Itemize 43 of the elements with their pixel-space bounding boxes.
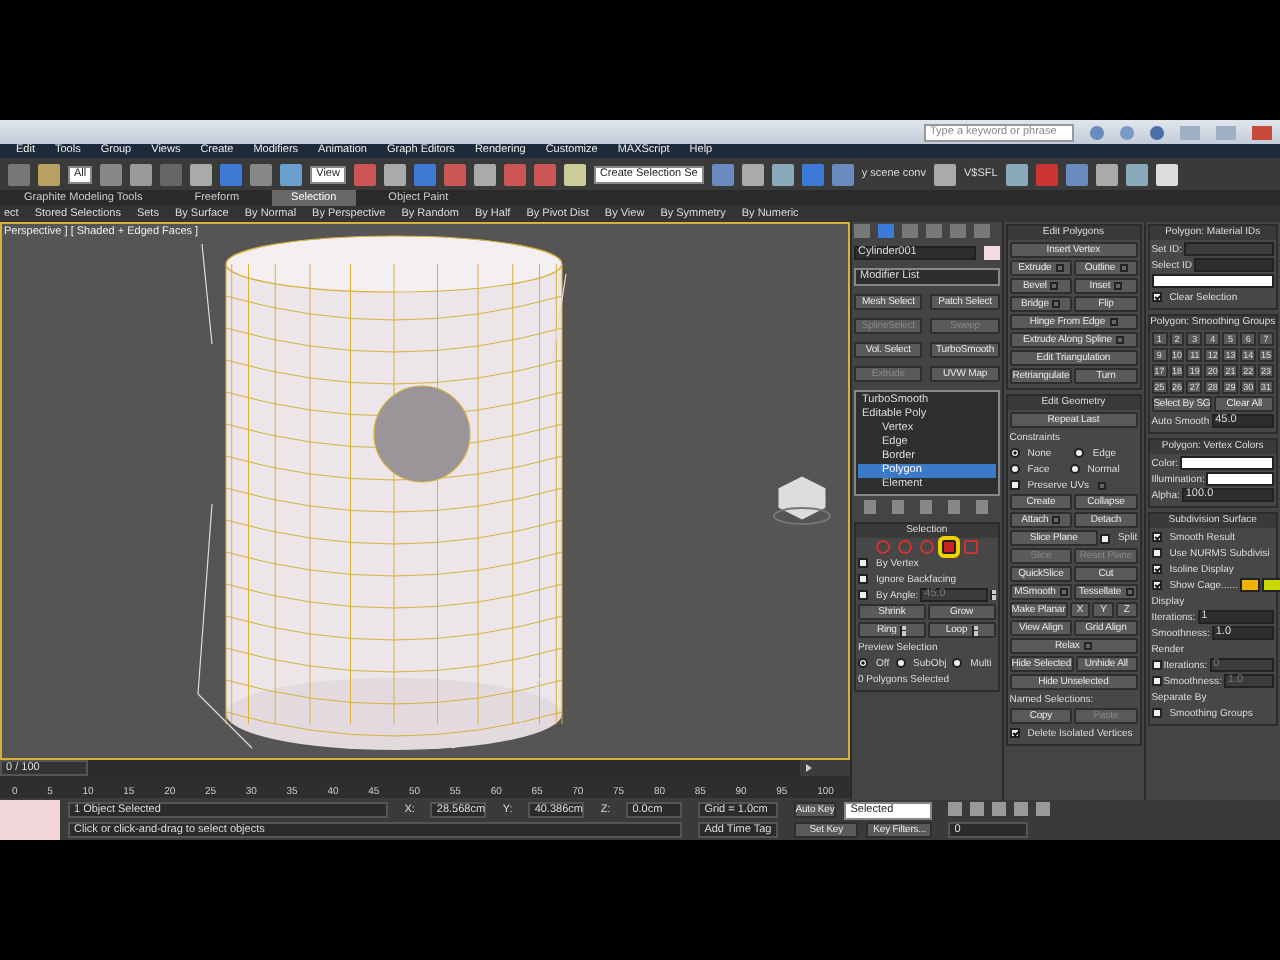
checkbox[interactable]: [1151, 532, 1162, 542]
checkbox[interactable]: [1009, 480, 1020, 490]
checkbox[interactable]: [1151, 548, 1162, 558]
checkbox[interactable]: [1099, 533, 1110, 543]
checkbox[interactable]: [1151, 708, 1162, 718]
color-swatch[interactable]: [1261, 578, 1280, 592]
checkbox[interactable]: [858, 590, 868, 600]
radio-button[interactable]: [1074, 448, 1085, 458]
color-swatch[interactable]: [1151, 274, 1275, 288]
radio-button[interactable]: [895, 658, 906, 668]
object-color-swatch[interactable]: [983, 246, 1000, 260]
checkbox[interactable]: [858, 574, 868, 584]
settings-icon[interactable]: [1052, 516, 1061, 524]
checkbox[interactable]: [1151, 292, 1162, 302]
spinner-icon[interactable]: [971, 625, 978, 635]
checkbox[interactable]: [858, 558, 868, 568]
radio-button[interactable]: [1009, 464, 1020, 474]
settings-icon[interactable]: [1055, 264, 1064, 272]
color-swatch[interactable]: [1206, 472, 1275, 486]
settings-icon[interactable]: [1109, 318, 1118, 326]
color-swatch[interactable]: [1239, 578, 1260, 592]
checkbox[interactable]: [1009, 728, 1020, 738]
settings-icon[interactable]: [1115, 336, 1124, 344]
settings-icon[interactable]: [1119, 264, 1128, 272]
radio-button[interactable]: [952, 658, 963, 668]
spinner-field[interactable]: [1193, 258, 1275, 272]
settings-icon[interactable]: [1059, 588, 1068, 596]
radio-button[interactable]: [1069, 464, 1080, 474]
spinner-icon[interactable]: [900, 625, 907, 635]
settings-icon[interactable]: [1083, 642, 1092, 650]
settings-icon[interactable]: [1097, 481, 1106, 489]
polygon-icon[interactable]: [941, 540, 956, 554]
settings-icon[interactable]: [1050, 282, 1059, 290]
settings-icon[interactable]: [1125, 588, 1134, 596]
radio-button[interactable]: [858, 658, 868, 668]
settings-icon[interactable]: [1114, 282, 1123, 290]
close-button[interactable]: [1252, 125, 1272, 139]
settings-icon[interactable]: [1052, 300, 1061, 308]
checkbox[interactable]: [1151, 564, 1162, 574]
color-swatch[interactable]: [1180, 456, 1275, 470]
radio-button[interactable]: [1009, 448, 1020, 458]
viewcube-icon[interactable]: [773, 475, 831, 525]
checkbox[interactable]: [1151, 580, 1162, 590]
